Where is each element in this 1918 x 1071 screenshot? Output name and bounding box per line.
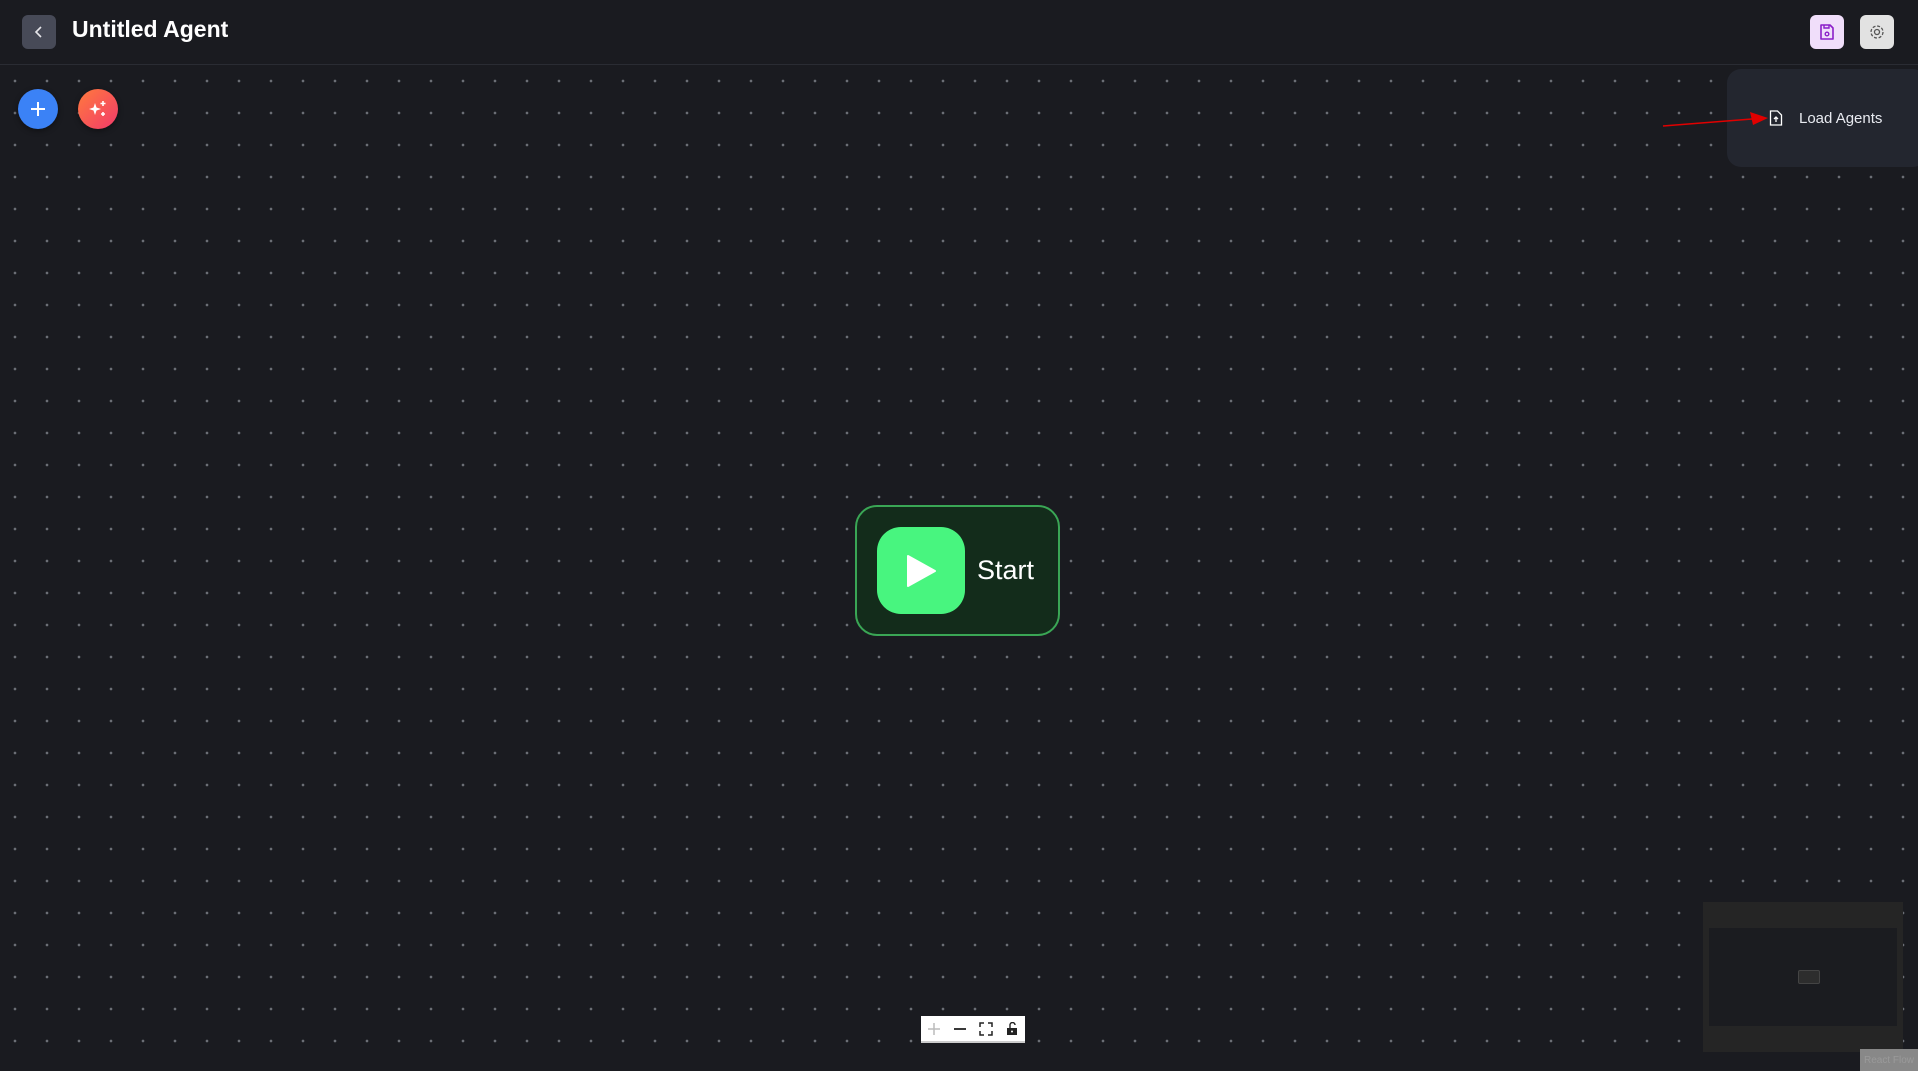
minimap[interactable] [1703,902,1903,1052]
zoom-controls [921,1016,1025,1043]
zoom-out-button[interactable] [950,1019,970,1039]
load-agents-label: Load Agents [1799,109,1883,127]
unlock-icon [1007,1021,1017,1035]
page-title: Untitled Agent [72,16,229,42]
zoom-in-button[interactable] [924,1019,944,1039]
start-node[interactable]: Start [855,505,1060,636]
play-icon [907,554,936,587]
settings-button[interactable] [1860,15,1894,49]
lock-button[interactable] [1002,1019,1022,1039]
add-node-button[interactable] [18,89,58,129]
plus-icon [928,1022,940,1035]
fit-view-button[interactable] [976,1019,996,1039]
gear-icon [1870,25,1884,39]
annotation-arrow [1662,112,1768,127]
ai-generate-button[interactable] [78,89,118,129]
save-button[interactable] [1810,15,1844,49]
play-button[interactable] [877,527,965,614]
start-node-label: Start [977,555,1035,585]
chevron-left-icon [34,26,42,38]
sparkles-icon [89,101,106,116]
fullscreen-icon [979,1021,993,1036]
plus-icon [31,102,45,116]
minus-icon [954,1027,966,1030]
minimap-viewport [1709,928,1897,1026]
header: Untitled Agent [0,0,1918,65]
react-flow-attribution[interactable]: React Flow [1860,1049,1918,1071]
minimap-node [1798,970,1820,984]
back-button[interactable] [22,15,56,49]
save-icon [1820,24,1834,40]
